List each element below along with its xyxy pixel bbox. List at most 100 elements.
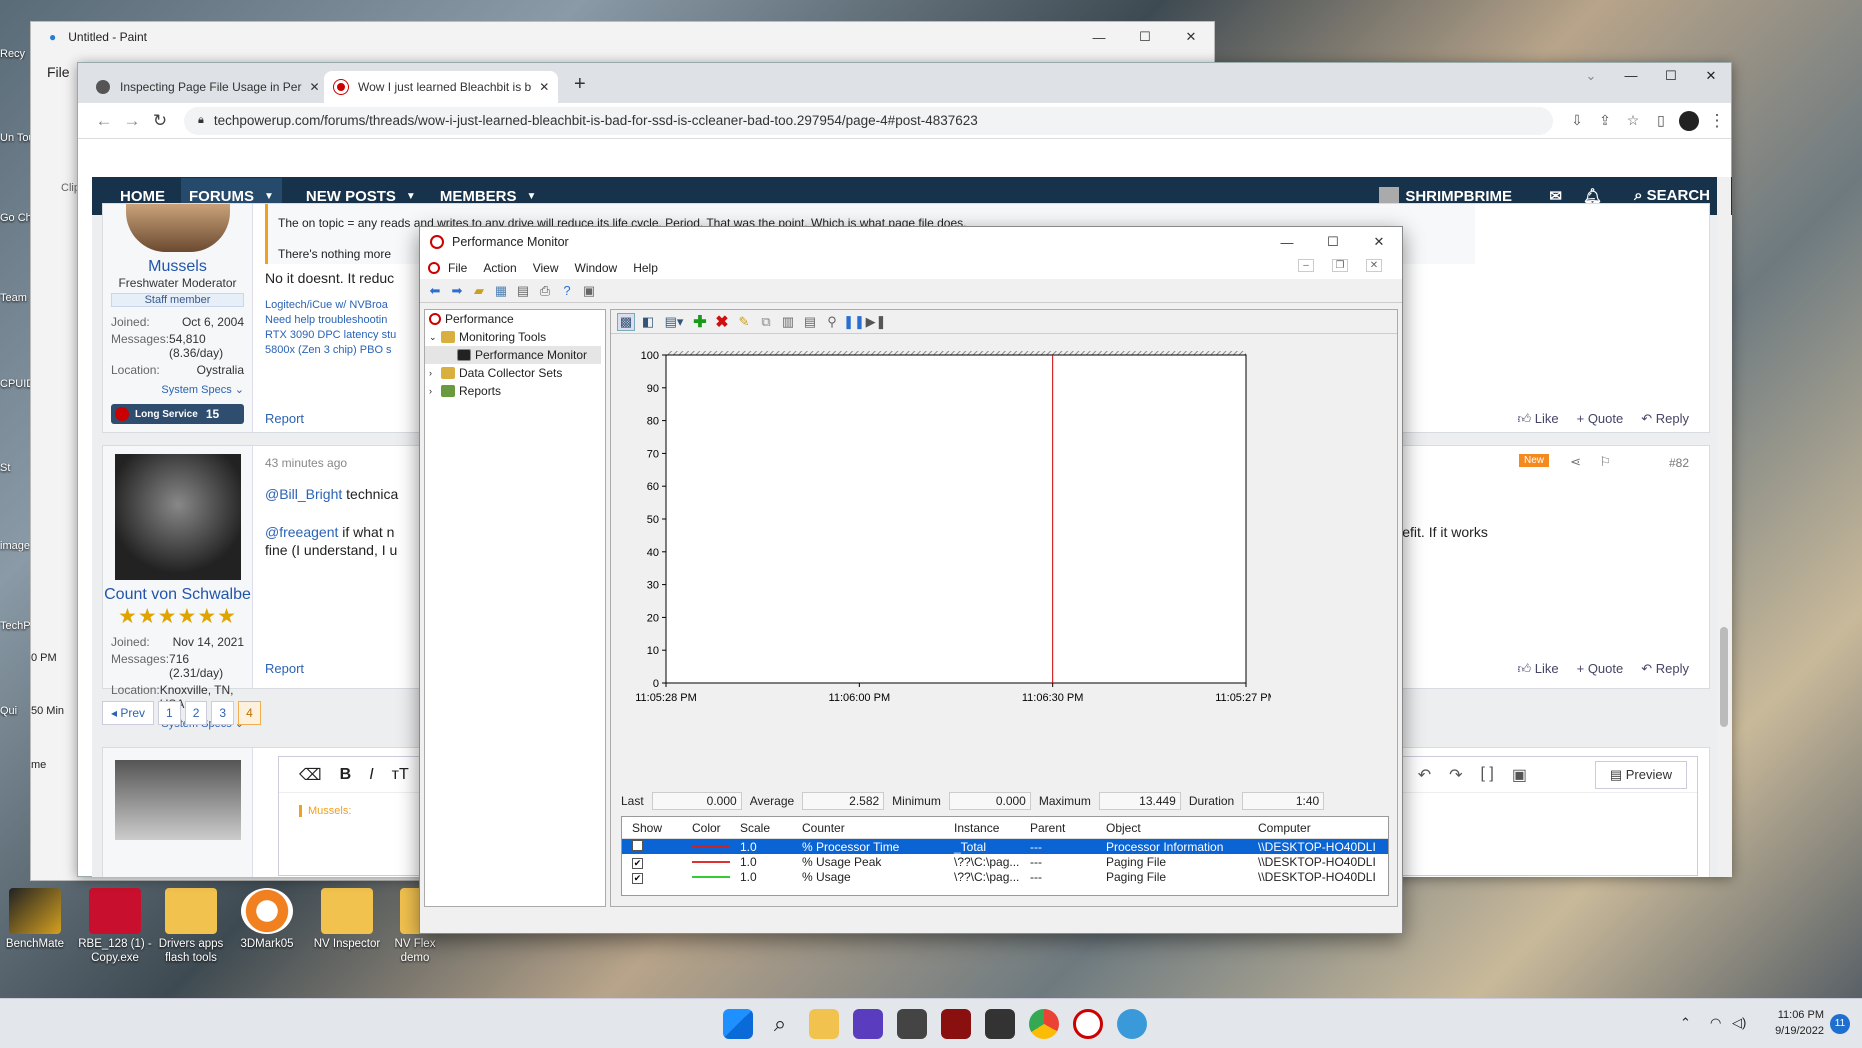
desktop-icon-st[interactable]: St (0, 462, 32, 474)
mention-link[interactable]: @Bill_Bright (265, 486, 342, 502)
close-button[interactable]: ✕ (1168, 22, 1214, 52)
undo-icon[interactable]: ↶ (1418, 765, 1431, 785)
post-number[interactable]: #82 (1669, 456, 1689, 470)
file-explorer-icon[interactable] (809, 1009, 839, 1039)
nav-new-posts[interactable]: NEW POSTS ▼ (306, 188, 416, 205)
properties-icon[interactable]: ▤ (514, 282, 532, 300)
like-button[interactable]: 👍︎ Like (1518, 661, 1559, 677)
tree-item-monitoring-tools[interactable]: ⌄ Monitoring Tools (425, 328, 605, 346)
paste-counter-list-icon[interactable]: ▥ (779, 313, 797, 331)
show-checkbox[interactable]: ✔ (622, 855, 682, 869)
page-button-current[interactable]: 4 (238, 701, 261, 725)
freeze-display-icon[interactable]: ❚❚ (843, 313, 865, 331)
new-tab-button[interactable]: + (574, 73, 586, 96)
nav-search[interactable]: ⌕ SEARCH (1634, 187, 1710, 204)
chevron-up-icon[interactable]: ⌃ (1680, 1015, 1691, 1031)
properties-icon[interactable]: ▤ (801, 313, 819, 331)
reply-button[interactable]: ↶ Reply (1641, 411, 1689, 427)
maximize-button[interactable]: ☐ (1310, 227, 1356, 257)
scrollbar-thumb[interactable] (1720, 627, 1728, 727)
desktop-icon-un[interactable]: Un Tourn (0, 132, 32, 144)
minimize-button[interactable]: — (1611, 63, 1651, 89)
add-counter-icon[interactable]: ✚ (691, 313, 709, 331)
perfmon-window[interactable]: Performance Monitor — ☐ ✕ File Action Vi… (419, 226, 1403, 934)
performance-graph[interactable]: 0 10 20 30 40 50 60 70 80 90 100 11:05:28 PM 11:06:0… (621, 350, 1271, 710)
up-folder-icon[interactable]: ▰ (470, 282, 488, 300)
show-checkbox[interactable] (622, 839, 682, 854)
desktop-icon-rbe[interactable]: RBE_128 (1) - Copy.exe (72, 888, 158, 966)
report-link[interactable]: Report (265, 411, 304, 426)
post-time[interactable]: 43 minutes ago (265, 456, 347, 470)
col-instance[interactable]: Instance (944, 821, 1020, 835)
minimize-button[interactable]: — (1076, 22, 1122, 52)
col-show[interactable]: Show (622, 821, 682, 835)
expand-down-icon[interactable]: ⌄ (429, 332, 441, 343)
nav-members[interactable]: MEMBERS ▼ (440, 188, 537, 205)
desktop-icon-cpuid[interactable]: CPUID (0, 378, 32, 390)
desktop-icon-3dmark[interactable]: 3DMark05 (224, 888, 310, 952)
preview-button[interactable]: ▤ Preview (1594, 761, 1687, 789)
app-icon[interactable] (941, 1009, 971, 1039)
sig-link[interactable]: Logitech/iCue w/ NVBroa (265, 298, 396, 313)
show-hide-tree-icon[interactable]: ▦ (492, 282, 510, 300)
bookmark-star-icon[interactable]: ☆ (1619, 112, 1647, 129)
paint-taskbar-icon[interactable] (1117, 1009, 1147, 1039)
sig-link[interactable]: 5800x (Zen 3 chip) PBO s (265, 343, 396, 358)
wifi-icon[interactable]: ◠ (1710, 1015, 1721, 1031)
desktop-icon-recycle[interactable]: Recy (0, 48, 32, 60)
view-current-activity-icon[interactable]: ▩ (617, 312, 635, 331)
save-draft-icon[interactable]: ▣ (1512, 765, 1527, 785)
back-icon[interactable]: ← (90, 111, 118, 131)
sig-link[interactable]: RTX 3090 DPC latency stu (265, 328, 396, 343)
url-field[interactable]: 🔒︎ techpowerup.com/forums/threads/wow-i-… (184, 106, 1553, 135)
mdi-minimize-button[interactable]: – (1298, 259, 1314, 272)
mention-link[interactable]: @freeagent (265, 524, 338, 540)
menu-action[interactable]: Action (483, 261, 516, 275)
back-icon[interactable]: ⬅ (426, 282, 444, 300)
mdi-restore-button[interactable]: ❐ (1332, 259, 1348, 272)
desktop-icon-go[interactable]: Go Ch (0, 212, 32, 224)
tab-bleachbit[interactable]: Wow I just learned Bleachbit is b ✕ (324, 71, 558, 103)
notification-badge[interactable]: 11 (1830, 1014, 1850, 1034)
tree-item-reports[interactable]: › Reports (425, 382, 605, 400)
tree-item-data-collector-sets[interactable]: › Data Collector Sets (425, 364, 605, 382)
start-icon[interactable] (723, 1009, 753, 1039)
console-icon[interactable]: ▣ (580, 282, 598, 300)
maximize-button[interactable]: ☐ (1651, 63, 1691, 89)
tab-close-icon[interactable]: ✕ (301, 80, 319, 94)
redo-icon[interactable]: ↷ (1449, 765, 1462, 785)
counter-row[interactable]: ✔ 1.0 % Usage Peak \??\C:\pag... --- Paging F… (622, 854, 1388, 869)
reply-button[interactable]: ↶ Reply (1641, 661, 1689, 677)
page-button[interactable]: 2 (184, 701, 208, 725)
tab-inspecting[interactable]: Inspecting Page File Usage in Per ✕ (86, 71, 320, 103)
maximize-button[interactable]: ☐ (1122, 22, 1168, 52)
tab-search-icon[interactable]: ⌄ (1571, 63, 1611, 89)
counter-row[interactable]: ✔ 1.0 % Usage \??\C:\pag... --- Paging File \\… (622, 869, 1388, 884)
reload-icon[interactable]: ↻ (146, 111, 174, 131)
close-button[interactable]: ✕ (1691, 63, 1731, 89)
desktop-icon-image[interactable]: image (0, 540, 32, 552)
col-color[interactable]: Color (682, 821, 730, 835)
minimize-button[interactable]: — (1264, 227, 1310, 257)
desktop-icon-drivers[interactable]: Drivers apps flash tools (148, 888, 234, 966)
col-computer[interactable]: Computer (1248, 821, 1378, 835)
close-button[interactable]: ✕ (1356, 227, 1402, 257)
brackets-icon[interactable]: [ ] (1481, 765, 1494, 785)
expand-right-icon[interactable]: › (429, 368, 441, 378)
bookmark-icon[interactable]: ⚐ (1599, 454, 1611, 470)
nav-home[interactable]: HOME (120, 188, 165, 205)
col-counter[interactable]: Counter (792, 821, 944, 835)
page-button[interactable]: 1 (158, 701, 181, 725)
profile-avatar[interactable] (1675, 110, 1703, 131)
share-icon[interactable]: ⇪ (1591, 112, 1619, 129)
menu-window[interactable]: Window (575, 261, 618, 275)
app-icon[interactable] (985, 1009, 1015, 1039)
col-scale[interactable]: Scale (730, 821, 792, 835)
forward-icon[interactable]: ➡ (448, 282, 466, 300)
search-icon[interactable]: ⌕ (765, 1009, 795, 1039)
desktop-icon-benchmate[interactable]: BenchMate (0, 888, 78, 952)
text-size-icon[interactable]: тT (392, 766, 409, 784)
tree-item-performance-monitor[interactable]: Performance Monitor (425, 346, 601, 364)
highlight-icon[interactable]: ✎ (735, 313, 753, 331)
menu-help[interactable]: Help (633, 261, 658, 275)
